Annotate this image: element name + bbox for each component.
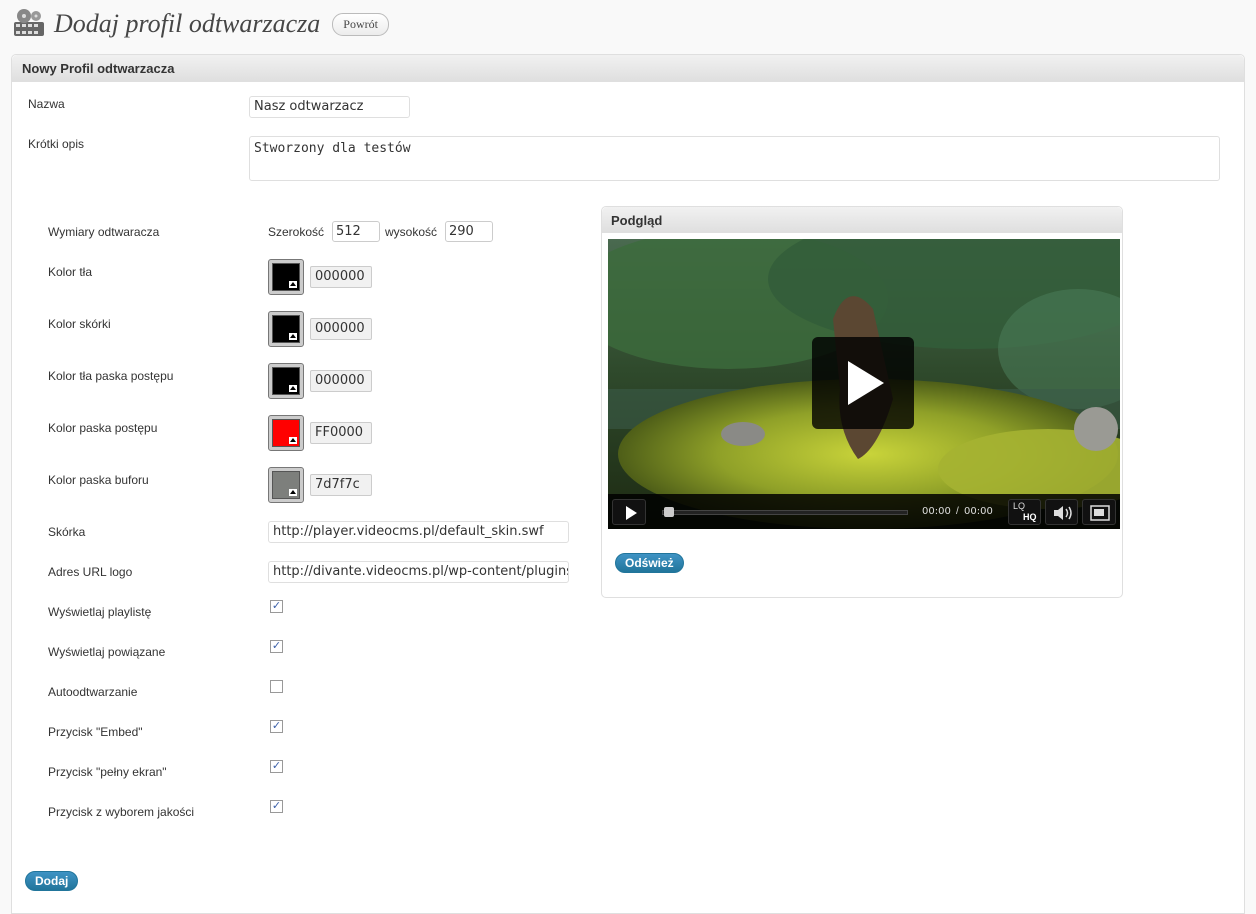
height-input[interactable]: 290 xyxy=(445,221,493,242)
video-player[interactable]: 00:00 / 00:00 LQ HQ xyxy=(608,239,1120,529)
color-picker-swatch[interactable] xyxy=(268,415,304,451)
height-label: wysokość xyxy=(385,225,438,239)
color-preview xyxy=(272,315,300,343)
show-related-checkbox[interactable]: ✓ xyxy=(270,640,283,653)
time-total: 00:00 xyxy=(964,506,993,517)
checkbox-label: Wyświetlaj playlistę xyxy=(48,605,152,619)
color-hex-input[interactable]: 000000 xyxy=(310,266,372,288)
picker-arrow-icon xyxy=(289,437,297,444)
color-picker-swatch[interactable] xyxy=(268,311,304,347)
color-label: Kolor paska postępu xyxy=(48,421,158,435)
color-preview xyxy=(272,263,300,291)
logo-url-input[interactable]: http://divante.videocms.pl/wp-content/pl… xyxy=(268,561,569,583)
back-button[interactable]: Powrót xyxy=(332,12,389,36)
color-label: Kolor tła paska postępu xyxy=(48,369,174,383)
quality-lq-label: LQ xyxy=(1013,501,1026,511)
color-picker-swatch[interactable] xyxy=(268,467,304,503)
description-label: Krótki opis xyxy=(28,137,85,151)
color-hex-input[interactable]: 000000 xyxy=(310,318,372,340)
profile-form-box: Nowy Profil odtwarzacza Nazwa Nasz odtwa… xyxy=(11,54,1245,914)
name-input[interactable]: Nasz odtwarzacz xyxy=(249,96,410,118)
picker-arrow-icon xyxy=(289,489,297,496)
time-separator: / xyxy=(956,506,959,517)
checkbox-label: Autoodtwarzanie xyxy=(48,685,138,699)
refresh-button[interactable]: Odśwież xyxy=(615,553,684,573)
seek-handle[interactable] xyxy=(664,507,674,517)
logo-url-label: Adres URL logo xyxy=(48,565,133,579)
description-textarea[interactable]: Stworzony dla testów xyxy=(249,136,1220,181)
skin-label: Skórka xyxy=(48,525,86,539)
width-label: Szerokość xyxy=(268,225,325,239)
checkbox-label: Przycisk "pełny ekran" xyxy=(48,765,167,779)
checkbox-label: Wyświetlaj powiązane xyxy=(48,645,166,659)
page-title: Dodaj profil odtwarzacza xyxy=(54,9,321,38)
skin-url-input[interactable]: http://player.videocms.pl/default_skin.s… xyxy=(268,521,569,543)
quality-button-checkbox[interactable]: ✓ xyxy=(270,800,283,813)
preview-box: Podgląd 00:00 / 00:00 LQ HQ Odśwież xyxy=(601,206,1123,598)
fullscreen-icon xyxy=(1090,505,1110,521)
box-title: Nowy Profil odtwarzacza xyxy=(12,55,1244,82)
color-label: Kolor paska buforu xyxy=(48,473,149,487)
show-playlist-checkbox[interactable]: ✓ xyxy=(270,600,283,613)
play-button[interactable] xyxy=(612,499,646,525)
color-label: Kolor skórki xyxy=(48,317,111,331)
checkbox-label: Przycisk z wyborem jakości xyxy=(48,805,195,819)
picker-arrow-icon xyxy=(289,281,297,288)
checkbox-label: Przycisk "Embed" xyxy=(48,725,143,739)
quality-button[interactable]: LQ HQ xyxy=(1008,499,1041,525)
film-reel-icon xyxy=(14,9,44,36)
color-preview xyxy=(272,471,300,499)
picker-arrow-icon xyxy=(289,385,297,392)
color-hex-input[interactable]: 000000 xyxy=(310,370,372,392)
color-picker-swatch[interactable] xyxy=(268,363,304,399)
color-hex-input[interactable]: FF0000 xyxy=(310,422,372,444)
time-current: 00:00 xyxy=(922,506,951,517)
dimensions-label: Wymiary odtwaracza xyxy=(48,225,160,239)
fullscreen-button-checkbox[interactable]: ✓ xyxy=(270,760,283,773)
name-label: Nazwa xyxy=(28,97,65,111)
quality-hq-label: HQ xyxy=(1023,512,1037,522)
color-picker-swatch[interactable] xyxy=(268,259,304,295)
progress-bar[interactable] xyxy=(662,510,908,515)
big-play-button[interactable] xyxy=(812,337,914,429)
width-input[interactable]: 512 xyxy=(332,221,380,242)
page-header: Dodaj profil odtwarzacza Powrót xyxy=(12,6,389,42)
play-icon xyxy=(848,361,884,405)
fullscreen-button[interactable] xyxy=(1082,499,1116,525)
preview-title: Podgląd xyxy=(602,207,1122,233)
autoplay-checkbox[interactable] xyxy=(270,680,283,693)
volume-icon xyxy=(1054,506,1072,520)
embed-button-checkbox[interactable]: ✓ xyxy=(270,720,283,733)
color-preview xyxy=(272,367,300,395)
color-label: Kolor tła xyxy=(48,265,93,279)
picker-arrow-icon xyxy=(289,333,297,340)
add-button[interactable]: Dodaj xyxy=(25,871,79,891)
color-hex-input[interactable]: 7d7f7c xyxy=(310,474,372,496)
play-icon xyxy=(626,506,637,520)
volume-button[interactable] xyxy=(1045,499,1078,525)
player-controls: 00:00 / 00:00 LQ HQ xyxy=(608,496,1120,529)
color-preview xyxy=(272,419,300,447)
